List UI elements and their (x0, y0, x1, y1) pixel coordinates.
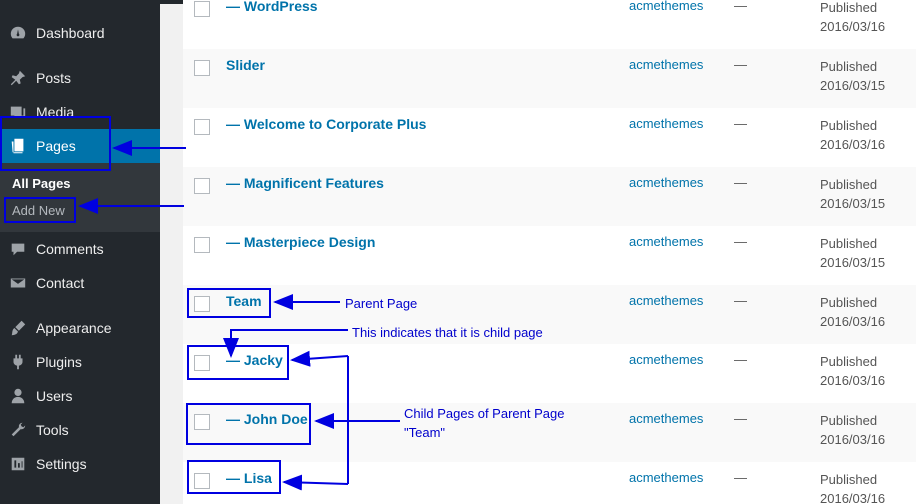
status-date: Published 2016/03/16 (820, 413, 886, 447)
table-row: — WordPress acmethemes — Published 2016/0… (183, 0, 916, 49)
sidebar-item-label: Users (36, 388, 73, 404)
comments-column: — (734, 234, 747, 249)
author-link[interactable]: acmethemes (629, 57, 703, 72)
author-link[interactable]: acmethemes (629, 234, 703, 249)
submenu-all-pages[interactable]: All Pages (12, 176, 71, 191)
annotation-box-john-doe (186, 403, 311, 445)
row-checkbox[interactable] (194, 178, 210, 194)
plugin-icon (0, 353, 36, 371)
status-date: Published 2016/03/16 (820, 354, 886, 388)
status-date: Published 2016/03/15 (820, 236, 886, 270)
comments-column: — (734, 116, 747, 131)
wrench-icon (0, 421, 36, 439)
mail-icon (0, 274, 36, 292)
annotation-box-add-new (4, 197, 76, 223)
brush-icon (0, 319, 36, 337)
dashboard-icon (0, 24, 36, 42)
pin-icon (0, 69, 36, 87)
status-date: Published 2016/03/15 (820, 59, 886, 93)
author-link[interactable]: acmethemes (629, 352, 703, 367)
comments-column: — (734, 175, 747, 190)
author-link[interactable]: acmethemes (629, 293, 703, 308)
table-row: Team acmethemes — Published 2016/03/16 (183, 285, 916, 344)
annotation-child-indicator: This indicates that it is child page (352, 325, 543, 340)
status-date: Published 2016/03/16 (820, 0, 886, 34)
annotation-box-team (187, 288, 271, 318)
status-date: Published 2016/03/16 (820, 118, 886, 152)
comments-column: — (734, 57, 747, 72)
sidebar-item-label: Settings (36, 456, 87, 472)
row-checkbox[interactable] (194, 119, 210, 135)
sidebar-item-label: Comments (36, 241, 104, 257)
sidebar-item-comments[interactable]: Comments (0, 232, 160, 266)
page-title-link[interactable]: Slider (226, 57, 265, 73)
annotation-child-pages-line1: Child Pages of Parent Page (404, 406, 565, 421)
annotation-box-lisa (187, 460, 281, 494)
comments-column: — (734, 470, 747, 485)
author-link[interactable]: acmethemes (629, 0, 703, 13)
table-row: — Magnificent Features acmethemes — Publ… (183, 167, 916, 226)
sidebar-item-contact[interactable]: Contact (0, 266, 160, 300)
sidebar-item-plugins[interactable]: Plugins (0, 345, 160, 379)
comments-column: — (734, 293, 747, 308)
admin-sidebar: Dashboard Posts Media Pages All Pages Ad… (0, 0, 160, 504)
sidebar-item-label: Appearance (36, 320, 112, 336)
comment-icon (0, 240, 36, 258)
author-link[interactable]: acmethemes (629, 470, 703, 485)
annotation-parent-page: Parent Page (345, 296, 418, 311)
status-date: Published 2016/03/16 (820, 295, 886, 329)
annotation-child-pages-line2: "Team" (404, 425, 446, 440)
sidebar-item-posts[interactable]: Posts (0, 61, 160, 95)
sidebar-item-label: Dashboard (36, 25, 105, 41)
row-checkbox[interactable] (194, 237, 210, 253)
author-link[interactable]: acmethemes (629, 411, 703, 426)
sidebar-item-settings[interactable]: Settings (0, 447, 160, 481)
comments-column: — (734, 352, 747, 367)
page-title-link[interactable]: — WordPress (226, 0, 318, 14)
author-link[interactable]: acmethemes (629, 175, 703, 190)
page-title-link[interactable]: — Masterpiece Design (226, 234, 375, 250)
table-row: Slider acmethemes — Published 2016/03/15 (183, 49, 916, 108)
sidebar-item-tools[interactable]: Tools (0, 413, 160, 447)
annotation-box-jacky (187, 345, 289, 380)
sidebar-item-appearance[interactable]: Appearance (0, 311, 160, 345)
status-date: Published 2016/03/15 (820, 177, 886, 211)
page-title-link[interactable]: — Magnificent Features (226, 175, 384, 191)
annotation-box-pages (0, 116, 111, 171)
sidebar-item-label: Posts (36, 70, 72, 86)
author-link[interactable]: acmethemes (629, 116, 703, 131)
table-row: — Welcome to Corporate Plus acmethemes —… (183, 108, 916, 167)
row-checkbox[interactable] (194, 1, 210, 17)
table-row: — Masterpiece Design acmethemes — Publis… (183, 226, 916, 285)
sidebar-item-dashboard[interactable]: Dashboard (0, 16, 160, 50)
table-row: — Lisa acmethemes — Published 2016/03/16 (183, 462, 916, 504)
page-title-link[interactable]: — Welcome to Corporate Plus (226, 116, 426, 132)
sidebar-item-label: Contact (36, 275, 85, 291)
comments-column: — (734, 411, 747, 426)
comments-column: — (734, 0, 747, 13)
row-checkbox[interactable] (194, 60, 210, 76)
status-date: Published 2016/03/16 (820, 472, 886, 504)
sidebar-item-label: Tools (36, 422, 69, 438)
table-row: — Jacky acmethemes — Published 2016/03/16 (183, 344, 916, 403)
user-icon (0, 387, 36, 405)
sidebar-item-label: Plugins (36, 354, 82, 370)
settings-icon (0, 455, 36, 473)
sidebar-item-users[interactable]: Users (0, 379, 160, 413)
